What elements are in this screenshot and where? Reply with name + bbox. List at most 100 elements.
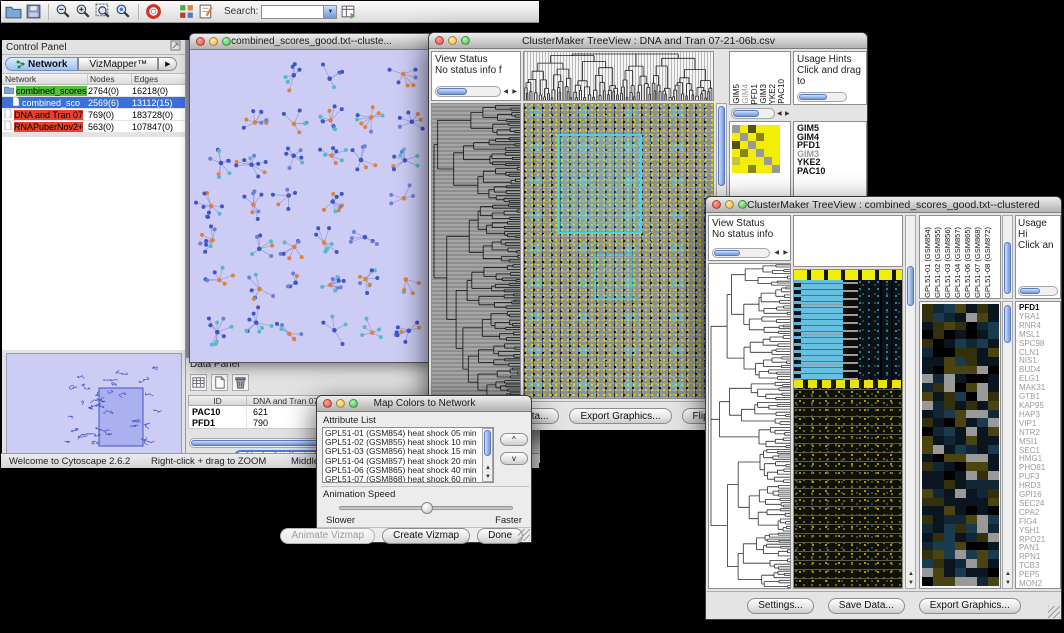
tv1-matrix-cell[interactable] (756, 149, 764, 157)
col-edges[interactable]: Edges (132, 74, 185, 84)
tv1-matrix-cell[interactable] (740, 125, 748, 133)
minimize-icon[interactable] (725, 200, 734, 209)
tv2-zoom-vscroll-thumb[interactable] (1004, 305, 1011, 343)
help-lifesaver-icon[interactable] (145, 3, 162, 20)
tv1-matrix-cell[interactable] (740, 133, 748, 141)
network-list-row[interactable]: DNA and Tran 07769(0)183728(0) (2, 109, 185, 121)
tv2-heatmap[interactable] (793, 269, 903, 589)
tv1-matrix-cell[interactable] (740, 149, 748, 157)
tv2-labels-vscroll-thumb[interactable] (1004, 242, 1011, 294)
network-list-row[interactable]: combined_scores2764(0)16218(0) (2, 85, 185, 97)
tv1-matrix-cell[interactable] (748, 165, 756, 173)
import-table-icon[interactable] (340, 3, 357, 20)
scroll-right-icon[interactable]: ▶ (785, 110, 790, 118)
animation-speed-slider[interactable] (339, 506, 513, 510)
close-icon[interactable] (712, 200, 721, 209)
tv2-usage-hscrollbar[interactable] (1018, 286, 1058, 296)
tv2-main-vscroll-thumb[interactable] (907, 266, 914, 306)
tv1-vscroll-thumb[interactable] (718, 106, 725, 186)
tv1-matrix-cell[interactable] (764, 157, 772, 165)
scroll-down-icon[interactable]: ▼ (1005, 579, 1011, 587)
attribute-listbox[interactable]: GPL51-01 (GSM854) heat shock 05 minGPL51… (322, 427, 494, 483)
scroll-up-icon[interactable]: ▲ (908, 570, 914, 578)
tv1-matrix-cell[interactable] (748, 125, 756, 133)
tv1-zoom-hscroll-thumb[interactable] (733, 110, 759, 117)
dialog-action-button[interactable]: Create Vizmap (382, 528, 470, 544)
dialog-action-button[interactable]: Done (477, 528, 523, 544)
zoom-window-icon[interactable] (461, 36, 470, 45)
resize-grip-icon[interactable] (1048, 606, 1060, 618)
tab-network[interactable]: Network (5, 57, 78, 71)
tv1-matrix-cell[interactable] (764, 149, 772, 157)
tv1-status-hscroll-thumb[interactable] (437, 88, 467, 95)
close-icon[interactable] (323, 399, 332, 408)
tv1-matrix-cell[interactable] (732, 149, 740, 157)
tv1-matrix-cell[interactable] (740, 141, 748, 149)
search-dropdown-icon[interactable]: ▼ (323, 6, 336, 18)
minimize-icon[interactable] (448, 36, 457, 45)
scroll-left-icon[interactable]: ◀ (774, 249, 779, 257)
tv2-status-hscroll-thumb[interactable] (714, 250, 740, 256)
save-icon[interactable] (25, 3, 42, 20)
zoom-window-icon[interactable] (738, 200, 747, 209)
tv1-gene-dendrogram[interactable] (431, 103, 521, 399)
tv1-matrix-cell[interactable] (748, 133, 756, 141)
resize-grip-icon[interactable] (518, 529, 530, 541)
scroll-down-icon[interactable]: ▼ (908, 579, 914, 587)
tv1-matrix-cell[interactable] (772, 149, 780, 157)
tv1-status-hscrollbar[interactable] (435, 86, 501, 97)
tv2-zoom-heatmap-panel[interactable] (919, 301, 1001, 589)
tv1-matrix-cell[interactable] (756, 133, 764, 141)
minimize-icon[interactable] (209, 37, 218, 46)
col-id[interactable]: ID (189, 396, 247, 406)
close-icon[interactable] (435, 36, 444, 45)
tv2-main-vscrollbar[interactable]: ▲ ▼ (905, 215, 916, 589)
new-attribute-icon[interactable] (211, 374, 228, 391)
minimize-icon[interactable] (336, 399, 345, 408)
tv1-usage-hscrollbar[interactable] (797, 92, 847, 102)
annotation-icon[interactable] (198, 3, 215, 20)
open-folder-icon[interactable] (5, 3, 22, 20)
tv2-gene-dendrogram[interactable] (708, 263, 791, 589)
tv1-matrix-cell[interactable] (756, 165, 764, 173)
scroll-right-icon[interactable]: ▶ (512, 88, 517, 96)
tv2-action-button[interactable]: Save Data... (828, 598, 905, 614)
zoom-out-icon[interactable] (55, 3, 72, 20)
zoom-selected-icon[interactable] (115, 3, 132, 20)
tv2-action-button[interactable]: Export Graphics... (919, 598, 1021, 614)
move-up-button[interactable]: ^ (500, 433, 528, 446)
tv1-heatmap-selection[interactable] (557, 134, 642, 234)
tv1-matrix-cell[interactable] (748, 157, 756, 165)
tv1-matrix-cell[interactable] (748, 141, 756, 149)
zoom-window-icon[interactable] (349, 399, 358, 408)
attribute-list-item[interactable]: GPL51-07 (GSM868) heat shock 60 min (325, 475, 491, 483)
tv1-heatmap[interactable] (523, 103, 714, 399)
scroll-left-icon[interactable]: ◀ (503, 88, 508, 96)
zoom-fit-icon[interactable] (95, 3, 112, 20)
tv1-matrix-cell[interactable] (772, 141, 780, 149)
tv1-matrix-cell[interactable] (756, 157, 764, 165)
tv1-matrix-cell[interactable] (748, 149, 756, 157)
tv1-matrix-cell[interactable] (764, 133, 772, 141)
tv1-matrix-cell[interactable] (732, 125, 740, 133)
zoom-in-icon[interactable] (75, 3, 92, 20)
scroll-up-icon[interactable]: ▲ (1005, 570, 1011, 578)
tv2-gene-label[interactable]: MON2 (1019, 580, 1060, 589)
network-canvas[interactable] (190, 50, 432, 362)
network-list-row[interactable]: combined_sco2569(6)13112(15) (2, 97, 185, 109)
treeview2-titlebar[interactable]: ClusterMaker TreeView : combined_scores_… (706, 197, 1061, 213)
network-list-row[interactable]: RNAPuberNov2+563(0)107847(0) (2, 121, 185, 133)
tv1-matrix-cell[interactable] (772, 125, 780, 133)
col-network[interactable]: Network (2, 74, 88, 84)
tab-overflow-arrow[interactable]: ▶ (158, 57, 177, 71)
select-attributes-icon[interactable] (190, 374, 207, 391)
tv1-matrix-cell[interactable] (764, 141, 772, 149)
tv1-matrix-cell[interactable] (756, 141, 764, 149)
col-nodes[interactable]: Nodes (88, 74, 132, 84)
tv2-status-hscrollbar[interactable] (712, 248, 770, 258)
float-panel-icon[interactable] (170, 38, 181, 56)
tv1-zoom-hscrollbar[interactable] (731, 108, 775, 119)
dialog-titlebar[interactable]: Map Colors to Network (317, 396, 531, 412)
treeview1-titlebar[interactable]: ClusterMaker TreeView : DNA and Tran 07-… (429, 33, 867, 49)
tv2-action-button[interactable]: Settings... (747, 598, 813, 614)
